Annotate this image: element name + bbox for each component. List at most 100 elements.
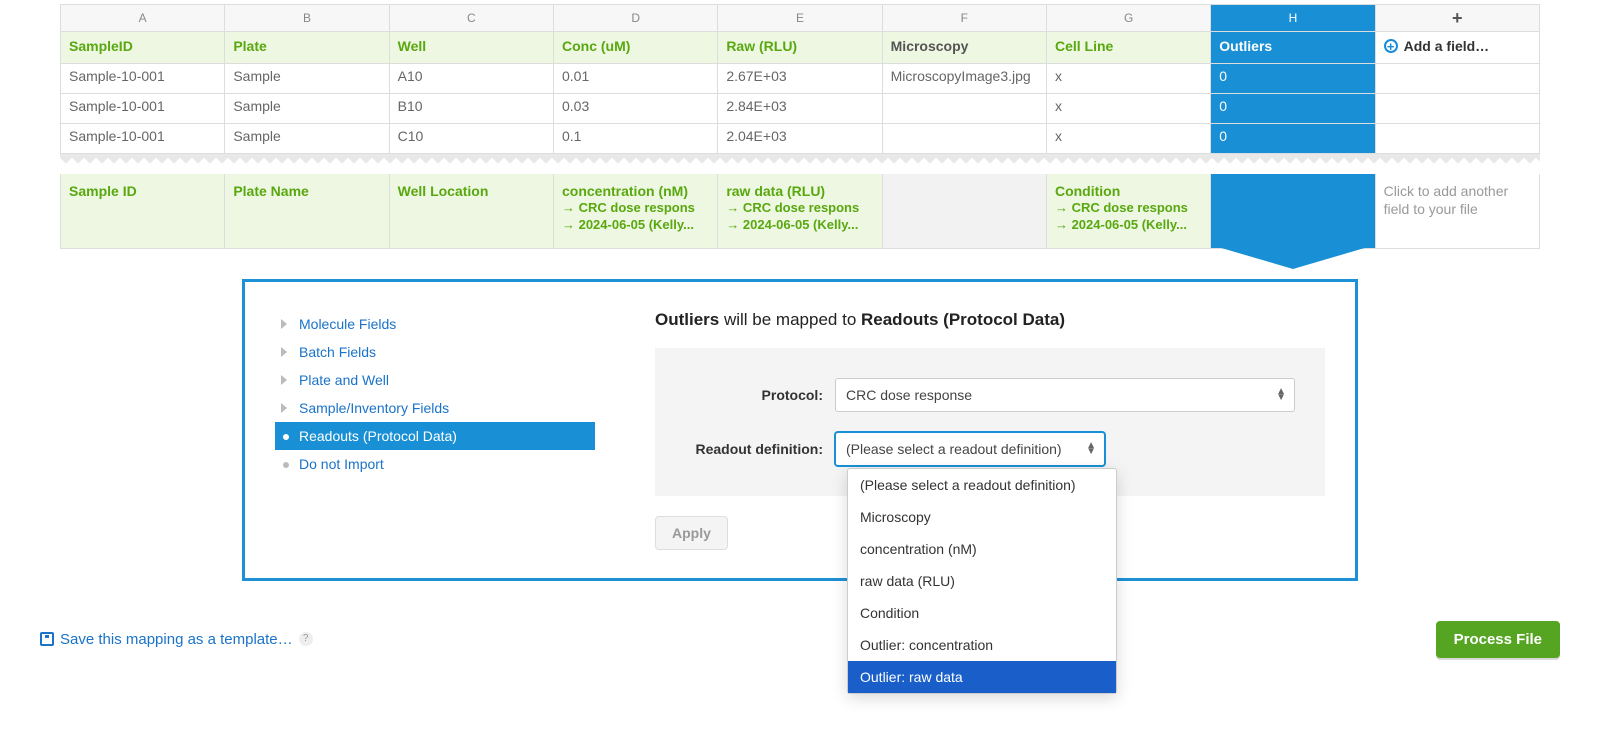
cell[interactable]: C10 (389, 124, 553, 154)
bullet-icon (283, 434, 289, 440)
dropdown-option[interactable]: raw data (RLU) (848, 565, 1116, 597)
header-cell[interactable]: Microscopy (882, 32, 1046, 64)
cell[interactable]: 0.03 (553, 94, 717, 124)
mapping-cell[interactable]: raw data (RLU) → CRC dose respons → 2024… (718, 174, 882, 249)
readout-dropdown[interactable]: (Please select a readout definition) Mic… (847, 468, 1117, 694)
cell[interactable] (882, 94, 1046, 124)
add-column-icon[interactable]: + (1375, 5, 1539, 32)
header-cell-selected[interactable]: Outliers (1211, 32, 1375, 64)
cell[interactable]: Sample (225, 94, 389, 124)
header-cell[interactable]: Plate (225, 32, 389, 64)
mapping-panel: Molecule Fields Batch Fields Plate and W… (242, 279, 1358, 581)
protocol-label: Protocol: (685, 387, 835, 403)
cell[interactable]: A10 (389, 64, 553, 94)
mapping-cell-selected[interactable] (1211, 174, 1375, 249)
save-template-label: Save this mapping as a template… (60, 631, 293, 648)
cell[interactable]: Sample-10-001 (61, 64, 225, 94)
col-letter[interactable]: A (61, 5, 225, 32)
expand-icon (281, 375, 287, 385)
expand-icon (281, 347, 287, 357)
cell[interactable]: 0.1 (553, 124, 717, 154)
mapping-cell[interactable]: Condition → CRC dose respons → 2024-06-0… (1046, 174, 1210, 249)
mapping-cell[interactable]: Well Location (389, 174, 553, 249)
mapping-row: Sample ID Plate Name Well Location conce… (61, 174, 1540, 249)
cell[interactable]: B10 (389, 94, 553, 124)
cell-selected[interactable]: 0 (1211, 64, 1375, 94)
readout-label: Readout definition: (685, 441, 835, 457)
col-letter[interactable]: G (1046, 5, 1210, 32)
protocol-select[interactable]: CRC dose response ▲▼ (835, 378, 1295, 412)
col-letter-selected[interactable]: H (1211, 5, 1375, 32)
footer: Save this mapping as a template… ? Proce… (40, 621, 1560, 658)
mapping-cell-unmapped[interactable] (882, 174, 1046, 249)
table-row: Sample-10-001 Sample A10 0.01 2.67E+03 M… (61, 64, 1540, 94)
save-template-link[interactable]: Save this mapping as a template… ? (40, 631, 313, 648)
apply-button[interactable]: Apply (655, 516, 728, 550)
mapping-heading: Outliers will be mapped to Readouts (Pro… (655, 310, 1325, 330)
cell[interactable]: x (1046, 64, 1210, 94)
zigzag-separator (60, 154, 1540, 174)
mapping-grid: Sample ID Plate Name Well Location conce… (60, 173, 1540, 249)
mapping-cell[interactable]: Plate Name (225, 174, 389, 249)
mapping-hint[interactable]: Click to add another field to your file (1375, 174, 1539, 249)
dropdown-option[interactable]: concentration (nM) (848, 533, 1116, 565)
cell[interactable]: x (1046, 124, 1210, 154)
cell-selected[interactable]: 0 (1211, 124, 1375, 154)
col-letter[interactable]: F (882, 5, 1046, 32)
readout-select[interactable]: (Please select a readout definition) ▲▼ (835, 432, 1105, 466)
bullet-icon (283, 462, 289, 468)
header-cell[interactable]: Cell Line (1046, 32, 1210, 64)
col-letter[interactable]: E (718, 5, 882, 32)
add-field-cell[interactable]: + Add a field… (1375, 32, 1539, 64)
dropdown-option-highlighted[interactable]: Outlier: raw data (848, 661, 1116, 693)
expand-icon (281, 319, 287, 329)
cell[interactable]: Sample (225, 124, 389, 154)
cell[interactable]: MicroscopyImage3.jpg (882, 64, 1046, 94)
mapping-cell[interactable]: concentration (nM) → CRC dose respons → … (553, 174, 717, 249)
cell[interactable] (882, 124, 1046, 154)
category-item-selected[interactable]: Readouts (Protocol Data) (275, 422, 595, 450)
cell[interactable]: Sample-10-001 (61, 124, 225, 154)
mapping-cell[interactable]: Sample ID (61, 174, 225, 249)
cell[interactable]: x (1046, 94, 1210, 124)
expand-icon (281, 403, 287, 413)
cell[interactable]: 2.67E+03 (718, 64, 882, 94)
table-row: Sample-10-001 Sample B10 0.03 2.84E+03 x… (61, 94, 1540, 124)
help-icon[interactable]: ? (299, 632, 313, 646)
cell-selected[interactable]: 0 (1211, 94, 1375, 124)
cell[interactable]: Sample (225, 64, 389, 94)
header-cell[interactable]: Well (389, 32, 553, 64)
category-item[interactable]: Do not Import (275, 450, 595, 478)
dropdown-option[interactable]: Outlier: concentration (848, 629, 1116, 661)
category-item[interactable]: Molecule Fields (275, 310, 595, 338)
dropdown-option[interactable]: (Please select a readout definition) (848, 469, 1116, 501)
dropdown-option[interactable]: Condition (848, 597, 1116, 629)
column-letter-row: A B C D E F G H + (61, 5, 1540, 32)
category-item[interactable]: Plate and Well (275, 366, 595, 394)
dropdown-option[interactable]: Microscopy (848, 501, 1116, 533)
mapping-form: Outliers will be mapped to Readouts (Pro… (655, 310, 1325, 550)
process-file-button[interactable]: Process File (1436, 621, 1560, 658)
cell[interactable]: Sample-10-001 (61, 94, 225, 124)
caret-icon: ▲▼ (1086, 443, 1096, 455)
category-item[interactable]: Batch Fields (275, 338, 595, 366)
header-cell[interactable]: Conc (uM) (553, 32, 717, 64)
category-list: Molecule Fields Batch Fields Plate and W… (275, 310, 595, 478)
add-field-label: Add a field… (1404, 38, 1490, 54)
category-item[interactable]: Sample/Inventory Fields (275, 394, 595, 422)
col-letter[interactable]: B (225, 5, 389, 32)
import-grid: A B C D E F G H + SampleID Plate Well Co… (60, 4, 1540, 154)
col-letter[interactable]: C (389, 5, 553, 32)
cell[interactable]: 0.01 (553, 64, 717, 94)
cell[interactable]: 2.84E+03 (718, 94, 882, 124)
header-cell[interactable]: SampleID (61, 32, 225, 64)
plus-circle-icon: + (1384, 39, 1398, 53)
header-cell[interactable]: Raw (RLU) (718, 32, 882, 64)
caret-icon: ▲▼ (1276, 389, 1286, 401)
col-letter[interactable]: D (553, 5, 717, 32)
save-icon (40, 632, 54, 646)
cell (1375, 124, 1539, 154)
cell (1375, 94, 1539, 124)
header-row: SampleID Plate Well Conc (uM) Raw (RLU) … (61, 32, 1540, 64)
cell[interactable]: 2.04E+03 (718, 124, 882, 154)
